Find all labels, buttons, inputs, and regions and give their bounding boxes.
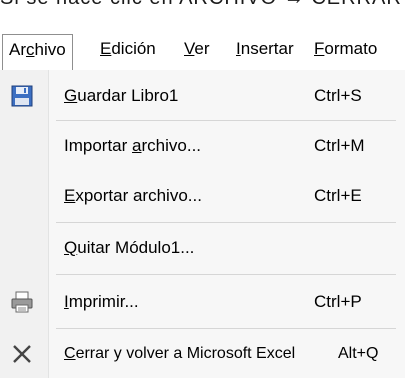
menu-item-exportar-shortcut: Ctrl+E [314, 186, 362, 205]
menu-item-cerrar[interactable]: Cerrar y volver a Microsoft Excel Alt+Q [0, 334, 405, 374]
menu-item-guardar-shortcut: Ctrl+S [314, 86, 362, 105]
menu-item-cerrar-shortcut: Alt+Q [338, 345, 379, 362]
vbe-file-menu-screenshot: Si se hace clic en ARCHIVO → CERRAR Arch… [0, 0, 405, 378]
menu-separator [56, 328, 396, 329]
menu-separator [56, 222, 396, 223]
menu-separator [56, 120, 396, 121]
menu-ver[interactable]: Ver [178, 34, 216, 64]
menu-item-guardar[interactable]: Guardar Libro1 Ctrl+S [0, 76, 405, 116]
menu-separator [56, 274, 396, 275]
menu-archivo-accelerator: c [26, 40, 35, 59]
menu-formato-label-post: ormato [324, 39, 378, 58]
menu-edicion[interactable]: Edición [94, 34, 162, 64]
menu-item-imprimir-shortcut: Ctrl+P [314, 292, 362, 311]
menu-archivo-label-post: hivo [34, 40, 66, 59]
menu-edicion-label-post: dición [111, 39, 156, 58]
menu-archivo[interactable]: Archivo [2, 34, 73, 71]
archivo-dropdown-menu: Guardar Libro1 Ctrl+S Importar archivo..… [0, 70, 405, 378]
save-disk-icon [10, 84, 34, 108]
menu-insertar[interactable]: Insertar [230, 34, 300, 64]
menu-item-imprimir[interactable]: Imprimir... Ctrl+P [0, 282, 405, 322]
clipped-caption-text: Si se hace clic en ARCHIVO → CERRAR [0, 0, 405, 11]
menu-item-importar[interactable]: Importar archivo... Ctrl+M [0, 126, 405, 166]
icon-gutter [0, 70, 49, 378]
menu-item-importar-label: Importar archivo... [64, 136, 202, 155]
menu-item-exportar[interactable]: Exportar archivo... Ctrl+E [0, 176, 405, 216]
menu-ver-label-post: er [194, 39, 210, 58]
menu-item-cerrar-label: Cerrar y volver a Microsoft Excel [64, 345, 296, 362]
menu-formato-accelerator: F [314, 39, 325, 58]
close-x-icon [10, 342, 34, 366]
menu-item-imprimir-label: Imprimir... [64, 292, 139, 311]
menu-insertar-label-post: nsertar [240, 39, 294, 58]
printer-icon [10, 290, 34, 314]
menu-formato[interactable]: Formato [308, 34, 383, 64]
menu-bar: Archivo Edición Ver Insertar Formato [0, 30, 405, 71]
menu-item-importar-shortcut: Ctrl+M [314, 136, 365, 155]
menu-item-exportar-label: Exportar archivo... [64, 186, 202, 205]
menu-edicion-accelerator: E [100, 39, 112, 58]
menu-archivo-label-pre: Ar [9, 40, 26, 59]
menu-item-guardar-label: Guardar Libro1 [64, 86, 179, 105]
menu-item-quitar-label: Quitar Módulo1... [64, 238, 195, 257]
menu-item-quitar[interactable]: Quitar Módulo1... [0, 228, 405, 268]
menu-ver-accelerator: V [184, 39, 195, 58]
